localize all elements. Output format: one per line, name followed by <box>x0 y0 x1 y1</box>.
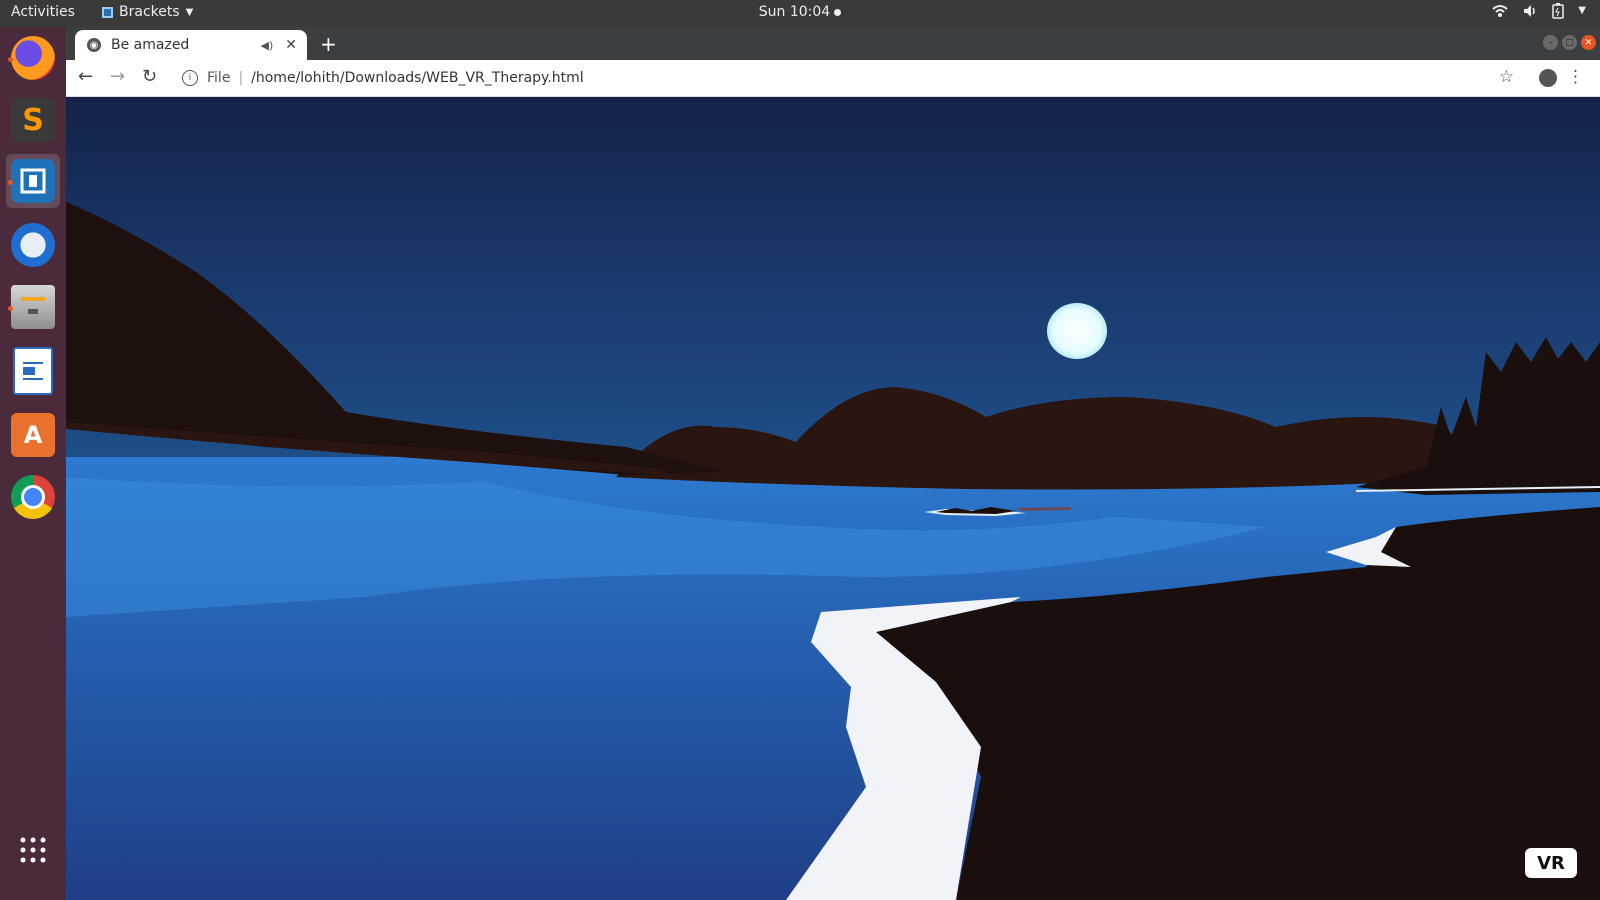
wifi-icon <box>1492 3 1508 23</box>
dock-item-sublime-text[interactable]: S <box>6 93 60 147</box>
chevron-down-icon: ▼ <box>185 6 194 18</box>
app-menu-label: Brackets <box>119 4 180 20</box>
volume-icon <box>1522 3 1538 23</box>
chrome-icon <box>11 475 55 519</box>
app-menu[interactable]: Brackets ▼ <box>102 4 193 20</box>
thunderbird-icon <box>11 223 55 267</box>
more-menu-icon[interactable]: ⋮ <box>1567 67 1584 87</box>
notification-dot-icon <box>834 8 842 16</box>
brackets-icon <box>11 159 55 203</box>
dock-item-libreoffice-writer[interactable] <box>6 344 60 398</box>
close-tab-icon[interactable]: ✕ <box>285 37 297 53</box>
dock-item-ubuntu-software[interactable]: A <box>6 408 60 462</box>
tab-title: Be amazed <box>111 37 190 53</box>
running-indicator <box>8 306 13 311</box>
close-window-icon[interactable]: ✕ <box>1581 35 1596 50</box>
clock-label[interactable]: Sun 10:04 <box>759 4 830 20</box>
clock: Sun 10:04 <box>0 4 1600 20</box>
chevron-down-icon: ▼ <box>1578 5 1586 16</box>
top-bar: Activities Brackets ▼ Sun 10:04 ▼ <box>0 0 1600 27</box>
files-icon <box>11 285 55 329</box>
sublime-text-icon: S <box>11 98 55 142</box>
dock-item-brackets[interactable] <box>6 154 60 208</box>
maximize-icon[interactable]: □ <box>1562 35 1577 50</box>
running-indicator <box>8 57 13 62</box>
dock-item-firefox[interactable] <box>6 31 60 85</box>
url-scheme-label: File <box>207 70 231 86</box>
tab-be-amazed[interactable]: ◉ Be amazed ◀) ✕ <box>75 30 307 60</box>
url-separator: | <box>238 70 244 86</box>
audio-playing-icon[interactable]: ◀) <box>261 39 274 52</box>
dock: S A <box>0 27 66 900</box>
brackets-icon <box>102 6 113 18</box>
show-apps-button[interactable] <box>6 823 60 877</box>
url-text[interactable]: /home/lohith/Downloads/WEB_VR_Therapy.ht… <box>251 70 584 86</box>
address-bar[interactable]: i File | /home/lohith/Downloads/WEB_VR_T… <box>172 64 1490 92</box>
activities-button[interactable]: Activities <box>11 4 75 20</box>
tab-strip: ◉ Be amazed ◀) ✕ + – □ ✕ <box>66 27 1600 60</box>
minimize-icon[interactable]: – <box>1543 35 1558 50</box>
info-icon[interactable]: i <box>182 70 198 86</box>
night-lake-scene <box>66 97 1600 900</box>
browser-toolbar: ← → ↻ i File | /home/lohith/Downloads/WE… <box>66 60 1600 97</box>
browser-window: ◉ Be amazed ◀) ✕ + – □ ✕ ← → ↻ i File | … <box>66 27 1600 900</box>
dock-item-files[interactable] <box>6 280 60 334</box>
new-tab-button[interactable]: + <box>320 32 337 56</box>
enter-vr-button[interactable]: VR <box>1525 848 1577 878</box>
forward-arrow-icon[interactable]: → <box>110 66 125 87</box>
system-tray[interactable]: ▼ <box>1492 3 1586 23</box>
grid-icon <box>20 837 46 863</box>
vr-scene-canvas[interactable]: VR <box>66 97 1600 900</box>
dock-item-chrome[interactable] <box>6 470 60 524</box>
moon <box>1047 303 1107 359</box>
globe-icon: ◉ <box>87 38 101 52</box>
back-arrow-icon[interactable]: ← <box>78 66 93 87</box>
window-controls: – □ ✕ <box>1543 35 1596 50</box>
firefox-icon <box>11 36 55 80</box>
dock-item-thunderbird[interactable] <box>6 218 60 272</box>
bookmark-star-icon[interactable]: ☆ <box>1499 67 1514 87</box>
running-indicator <box>8 180 13 185</box>
reload-icon[interactable]: ↻ <box>142 66 157 87</box>
account-icon[interactable] <box>1539 69 1557 87</box>
libreoffice-writer-icon <box>13 347 53 395</box>
battery-icon <box>1552 3 1565 23</box>
ubuntu-software-icon: A <box>11 413 55 457</box>
